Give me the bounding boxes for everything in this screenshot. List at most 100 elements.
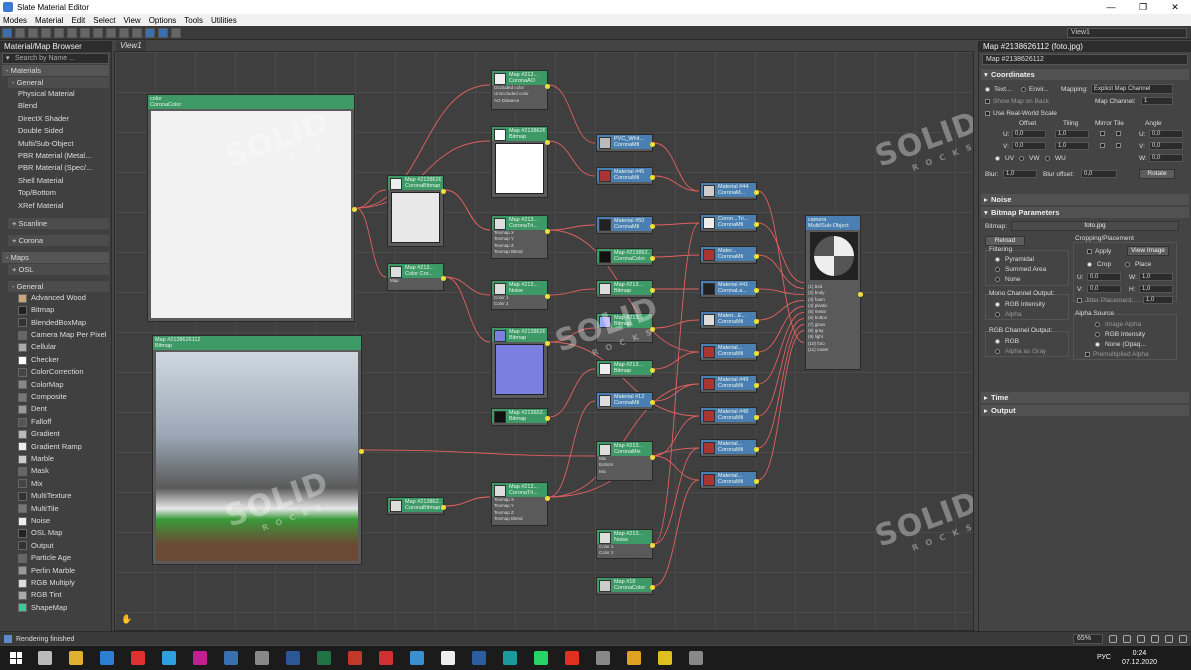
node-wire[interactable] — [757, 330, 805, 481]
node-slot[interactable]: Texmap Blend — [494, 516, 547, 522]
node-wire[interactable] — [653, 351, 700, 370]
jitter-spinner[interactable]: 1,0 — [1143, 296, 1173, 304]
notepad-icon[interactable] — [441, 651, 455, 665]
map-item[interactable]: Particle Age — [18, 552, 111, 564]
node-header[interactable]: Materi...E... CoronaMtl — [701, 312, 756, 326]
node-header[interactable]: Map #2138626103Bitmap — [492, 127, 547, 141]
node-n-coronacolor18[interactable]: Map #18 CoronaColor — [596, 577, 655, 595]
none-opaque-radio[interactable] — [1095, 342, 1100, 347]
node-wire[interactable] — [548, 140, 596, 177]
node-multisub[interactable]: camera Multi/Sub-Object (1) bed (2) body (3)… — [805, 215, 863, 370]
node-wire[interactable] — [653, 447, 700, 545]
map-item[interactable]: Falloff — [18, 416, 111, 428]
node-header[interactable]: Map #213652... Bitmap — [492, 409, 547, 423]
output-port[interactable] — [545, 496, 550, 501]
node-mat-45[interactable]: Material #45 CoronaMtl — [596, 167, 655, 185]
telegram-icon[interactable] — [162, 651, 176, 665]
output-port[interactable] — [754, 319, 759, 324]
node-header[interactable]: Material #48 CoronaMtl — [701, 408, 756, 422]
node-mat-e[interactable]: Materi...E... CoronaMtl — [700, 311, 759, 329]
node-wire[interactable] — [548, 368, 596, 418]
node-header[interactable]: Material #41 CoronaLa... — [701, 281, 756, 295]
node-n-bitmap-109[interactable]: Map #2138626109Bitmap — [491, 327, 550, 399]
crop-u-spinner[interactable]: 0,0 — [1087, 273, 1121, 281]
output-port[interactable] — [754, 254, 759, 259]
v-mirror-checkbox[interactable] — [1100, 143, 1105, 148]
node-wire[interactable] — [757, 324, 805, 449]
output-port[interactable] — [650, 327, 655, 332]
node-header[interactable]: Map #213862... CoronaBitmap — [388, 498, 443, 512]
node-n-triplanar1[interactable]: Map #213... CoronaTri... Texmap X Texmap YT… — [491, 215, 550, 259]
node-mat-pvc[interactable]: PVC_Whit... CoronaMtl — [596, 134, 655, 152]
jitter-checkbox[interactable] — [1077, 298, 1082, 303]
rollout-bitmap-parameters[interactable]: Bitmap Parameters — [981, 207, 1189, 218]
crop-v-spinner[interactable]: 0,0 — [1087, 285, 1121, 293]
w-angle-spinner[interactable]: 0,0 — [1149, 154, 1183, 162]
material-item[interactable]: DirectX Shader — [18, 113, 111, 125]
node-wire[interactable] — [548, 224, 596, 231]
node-wire[interactable] — [444, 189, 491, 231]
vw-radio[interactable] — [1019, 156, 1024, 161]
map-item[interactable]: Bitmap — [18, 304, 111, 316]
delete-icon[interactable] — [54, 27, 64, 38]
output-port[interactable] — [352, 207, 357, 212]
node-wire[interactable] — [757, 312, 805, 385]
node-header[interactable]: Material #44 CoronaM... — [701, 183, 756, 197]
put-to-scene-icon[interactable] — [28, 27, 38, 38]
node-header[interactable]: Map #18 CoronaColor — [597, 578, 652, 592]
node-wire[interactable] — [548, 84, 596, 144]
node-map-bitmap4[interactable]: Map #213... Bitmap — [596, 313, 655, 343]
node-header[interactable]: camera Multi/Sub-Object — [806, 216, 860, 230]
file-explorer-icon[interactable] — [69, 651, 83, 665]
node-mat-pl[interactable]: Material... CoronaMtl — [700, 343, 759, 361]
group-maps-general[interactable]: - General — [8, 280, 109, 292]
move-children-icon[interactable] — [67, 27, 77, 38]
output-port[interactable] — [545, 140, 550, 145]
minimize-button[interactable]: — — [1095, 0, 1127, 14]
fit-view-icon[interactable] — [1179, 635, 1187, 643]
output-port[interactable] — [545, 341, 550, 346]
node-header[interactable]: Map #213... Color Cor... — [388, 264, 443, 278]
output-port[interactable] — [650, 368, 655, 373]
node-wire[interactable] — [548, 327, 596, 343]
wu-radio[interactable] — [1045, 156, 1050, 161]
material-item[interactable]: PBR Material (Metal... — [18, 150, 111, 162]
rgb-intensity-radio[interactable] — [995, 302, 1000, 307]
node-n-coronabitmap2[interactable]: Map #213862... CoronaBitmap — [387, 497, 446, 515]
node-map-colorc2[interactable]: Map #213862... CoronaColor — [596, 248, 655, 266]
map-item[interactable]: Output — [18, 540, 111, 552]
node-wire[interactable] — [548, 288, 596, 296]
node-slot[interactable]: (11) router — [808, 347, 860, 353]
node-wire[interactable] — [444, 496, 491, 507]
node-n-bitmap-small[interactable]: Map #213652... Bitmap — [491, 408, 550, 426]
node-header[interactable]: Map #213... CoronaMix — [597, 442, 652, 456]
alpha-rgb-intensity-radio[interactable] — [1095, 332, 1100, 337]
output-port[interactable] — [858, 291, 863, 297]
material-item[interactable]: XRef Material — [18, 200, 111, 212]
node-header[interactable]: Map #213... CoronaAO — [492, 71, 547, 85]
app-icon[interactable] — [658, 651, 672, 665]
node-color-node[interactable]: color CoronaColor — [147, 94, 357, 322]
rollout-output[interactable]: Output — [981, 405, 1189, 416]
node-header[interactable]: Mater... CoronaMtl — [701, 247, 756, 261]
output-port[interactable] — [650, 288, 655, 293]
map-item[interactable]: Advanced Wood — [18, 292, 111, 304]
map-item[interactable]: Mix — [18, 478, 111, 490]
node-n-coronaao[interactable]: Map #213... CoronaAO Occluded color Unocclu… — [491, 70, 550, 110]
view-select-dropdown[interactable]: View1 — [1067, 28, 1187, 38]
app-icon[interactable] — [379, 651, 393, 665]
pick-material-icon[interactable] — [15, 27, 25, 38]
blur-offset-spinner[interactable]: 0,0 — [1081, 170, 1117, 178]
u-tile-checkbox[interactable] — [1116, 131, 1121, 136]
map-item[interactable]: Camera Map Per Pixel — [18, 329, 111, 341]
zoom-selected-icon[interactable] — [1165, 635, 1173, 643]
u-tiling-spinner[interactable]: 1,0 — [1055, 130, 1089, 138]
node-header[interactable]: Material #49 CoronaMtl — [701, 376, 756, 390]
pdf-icon[interactable] — [348, 651, 362, 665]
map-item[interactable]: ColorCorrection — [18, 366, 111, 378]
alpha-as-gray-radio[interactable] — [995, 349, 1000, 354]
node-n-bitmap-103[interactable]: Map #2138626103Bitmap — [491, 126, 550, 198]
v-tiling-spinner[interactable]: 1,0 — [1055, 142, 1089, 150]
node-n-noise1[interactable]: Map #213... Noise Color 1 Color 2 — [491, 280, 550, 310]
bitmap-path-button[interactable]: foto.jpg — [1011, 221, 1179, 231]
